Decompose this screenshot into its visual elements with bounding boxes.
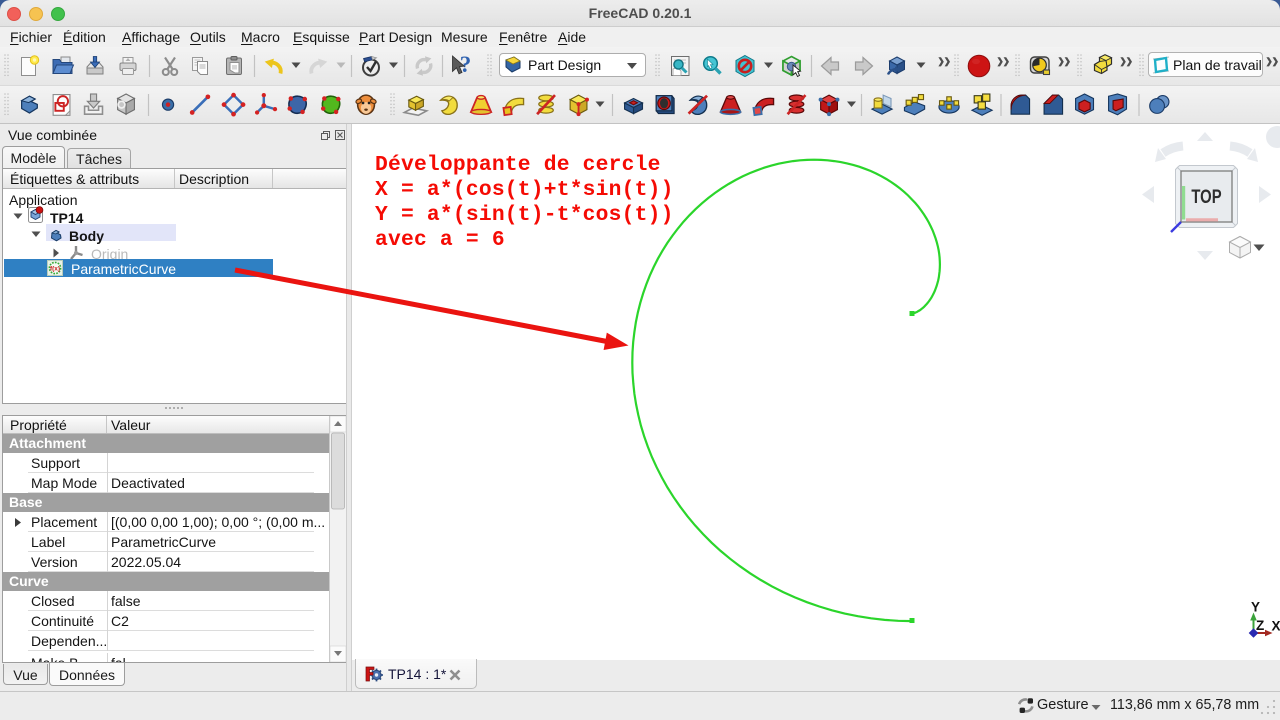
svg-text:X: X — [1272, 619, 1280, 634]
svg-text:Z: Z — [1256, 618, 1264, 633]
svg-text:TOP: TOP — [1191, 185, 1221, 208]
svg-text:Y: Y — [1251, 600, 1260, 615]
